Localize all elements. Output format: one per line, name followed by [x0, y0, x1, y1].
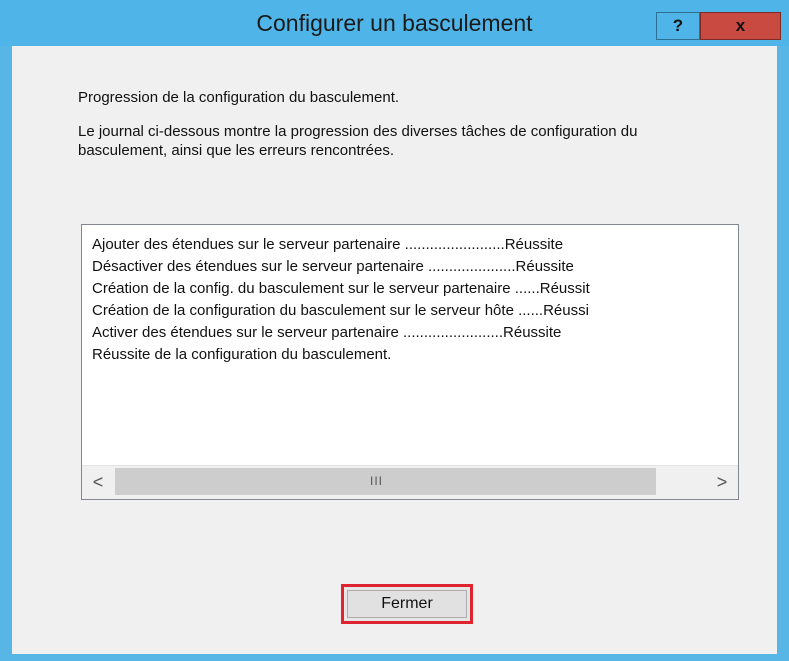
help-icon: ? — [672, 16, 684, 35]
fermer-button-label: Fermer — [381, 595, 433, 612]
log-listbox[interactable]: Ajouter des étendues sur le serveur part… — [81, 224, 739, 500]
log-line: Création de la configuration du basculem… — [92, 302, 589, 319]
log-line: Création de la config. du basculement su… — [92, 280, 590, 297]
scroll-right-button[interactable]: > — [706, 466, 738, 499]
scrollbar-thumb[interactable]: III — [115, 468, 656, 495]
close-window-button[interactable]: x — [700, 12, 781, 40]
scroll-left-button[interactable]: < — [82, 466, 114, 499]
log-line: Activer des étendues sur le serveur part… — [92, 324, 562, 341]
title-bar[interactable]: Configurer un basculement ? x — [0, 0, 789, 46]
log-line: Ajouter des étendues sur le serveur part… — [92, 236, 564, 253]
progress-heading: Progression de la configuration du bascu… — [78, 89, 400, 106]
progress-description: Le journal ci-dessous montre la progress… — [78, 123, 638, 159]
horizontal-scrollbar[interactable]: < III > — [82, 465, 738, 499]
dialog-body: Progression de la configuration du bascu… — [12, 46, 777, 654]
log-lines: Ajouter des étendues sur le serveur part… — [92, 234, 738, 366]
log-line: Désactiver des étendues sur le serveur p… — [92, 258, 574, 275]
fermer-button[interactable]: Fermer — [341, 584, 473, 624]
close-icon: x — [735, 16, 746, 35]
help-button[interactable]: ? — [656, 12, 700, 40]
chevron-right-icon: > — [716, 472, 728, 492]
log-line: Réussite de la configuration du basculem… — [92, 346, 392, 363]
dialog-window: Configurer un basculement ? x Progressio… — [0, 0, 789, 661]
chevron-left-icon: < — [92, 472, 104, 492]
grip-icon: III — [370, 474, 384, 488]
